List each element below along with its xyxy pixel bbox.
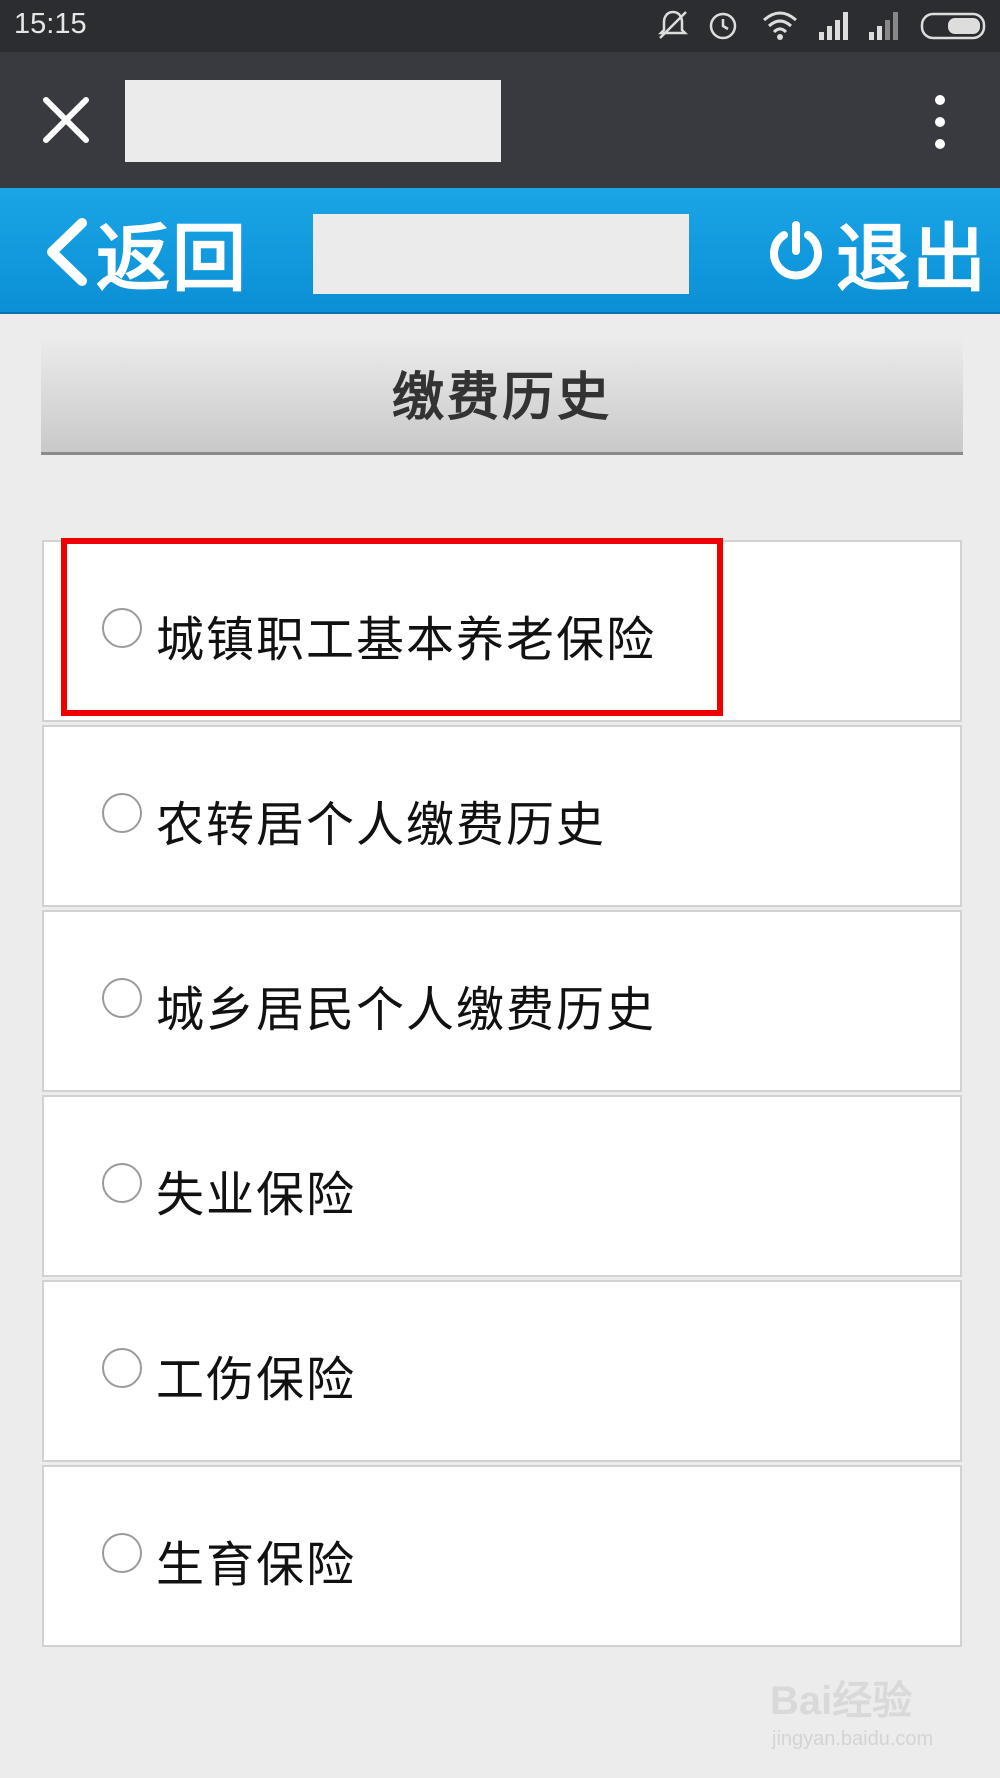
app-bar: [0, 52, 1000, 188]
nav-title-redaction: [313, 214, 689, 294]
logout-button[interactable]: 退出: [766, 212, 988, 302]
watermark: Bai经验 jingyan.baidu.com: [770, 1668, 980, 1764]
option-label: 失业保险: [156, 1167, 357, 1223]
section-header: 缴费历史: [41, 333, 963, 455]
list-item[interactable]: 农转居个人缴费历史: [42, 725, 962, 907]
status-bar: 15:15: [0, 0, 1000, 52]
watermark-logo: Bai经验: [770, 1679, 913, 1723]
more-vertical-icon: [935, 95, 945, 149]
radio-button[interactable]: [102, 978, 142, 1018]
option-label: 城乡居民个人缴费历史: [156, 982, 657, 1038]
option-label: 农转居个人缴费历史: [156, 797, 607, 853]
list-item[interactable]: 城乡居民个人缴费历史: [42, 910, 962, 1092]
chevron-left-icon: [47, 218, 87, 286]
logout-label: 退出: [836, 215, 988, 302]
close-button[interactable]: [36, 90, 96, 150]
list-item[interactable]: 工伤保险: [42, 1280, 962, 1462]
watermark-url: jingyan.baidu.com: [772, 1728, 934, 1750]
back-label: 返回: [96, 215, 248, 302]
signal-icon: [869, 12, 898, 40]
radio-button[interactable]: [102, 1348, 142, 1388]
option-label: 工伤保险: [156, 1352, 357, 1408]
close-icon: [43, 97, 89, 143]
back-button[interactable]: 返回: [44, 212, 248, 302]
title-redaction: [125, 80, 501, 162]
power-icon: [770, 221, 822, 280]
alarm-icon: [709, 12, 737, 40]
list-item[interactable]: 生育保险: [42, 1465, 962, 1647]
list-item[interactable]: 失业保险: [42, 1095, 962, 1277]
more-button[interactable]: [920, 90, 960, 154]
radio-button[interactable]: [102, 1533, 142, 1573]
highlight-box: [61, 538, 723, 716]
battery-icon: [920, 12, 986, 40]
mute-icon: [657, 10, 689, 39]
radio-button[interactable]: [102, 1163, 142, 1203]
wifi-icon: [763, 11, 797, 40]
signal-icon: [819, 12, 848, 40]
nav-bar: 返回 退出: [0, 188, 1000, 314]
page-title: 缴费历史: [391, 368, 612, 428]
status-time: 15:15: [14, 8, 87, 40]
option-label: 生育保险: [156, 1537, 357, 1593]
radio-button[interactable]: [102, 793, 142, 833]
